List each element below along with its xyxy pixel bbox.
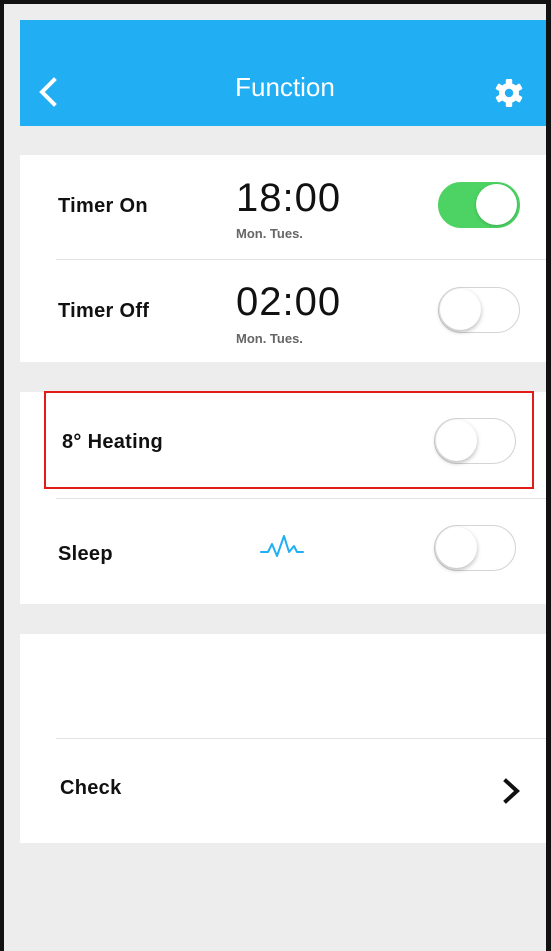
timer-on-toggle[interactable] bbox=[438, 182, 520, 228]
timer-on-row: Timer On 18:00 Mon. Tues. bbox=[20, 155, 546, 259]
timer-section: Timer On 18:00 Mon. Tues. Timer Off 02:0… bbox=[20, 155, 546, 362]
timer-off-time[interactable]: 02:00 bbox=[236, 280, 341, 325]
timer-off-days: Mon. Tues. bbox=[236, 331, 303, 346]
timer-off-toggle[interactable] bbox=[438, 287, 520, 333]
chevron-right-icon[interactable] bbox=[502, 776, 522, 806]
toggle-knob bbox=[436, 527, 477, 568]
timer-off-row: Timer Off 02:00 Mon. Tues. bbox=[20, 260, 546, 362]
heating-label: 8° Heating bbox=[62, 431, 164, 453]
gear-icon[interactable] bbox=[494, 78, 524, 108]
header-bar: Function bbox=[20, 20, 546, 126]
pulse-icon bbox=[260, 535, 304, 557]
timer-off-label: Timer Off bbox=[58, 300, 150, 322]
sleep-toggle[interactable] bbox=[434, 525, 516, 571]
modes-section: 8° Heating Sleep bbox=[20, 392, 546, 604]
timer-on-time[interactable]: 18:00 bbox=[236, 176, 341, 221]
device-frame: Function Timer On 18:00 Mon. Tues. Timer… bbox=[0, 0, 551, 951]
app-screen: Function Timer On 18:00 Mon. Tues. Timer… bbox=[20, 20, 546, 951]
sleep-label: Sleep bbox=[58, 543, 113, 565]
check-label: Check bbox=[60, 777, 122, 799]
page-title: Function bbox=[235, 72, 335, 102]
timer-on-days: Mon. Tues. bbox=[236, 226, 303, 241]
toggle-knob bbox=[440, 289, 481, 330]
heating-toggle[interactable] bbox=[434, 418, 516, 464]
heating-row: 8° Heating bbox=[20, 392, 546, 498]
check-row[interactable]: Check bbox=[20, 739, 546, 843]
toggle-knob bbox=[476, 184, 517, 225]
toggle-knob bbox=[436, 420, 477, 461]
timer-on-label: Timer On bbox=[58, 195, 148, 217]
check-section: Check bbox=[20, 634, 546, 843]
